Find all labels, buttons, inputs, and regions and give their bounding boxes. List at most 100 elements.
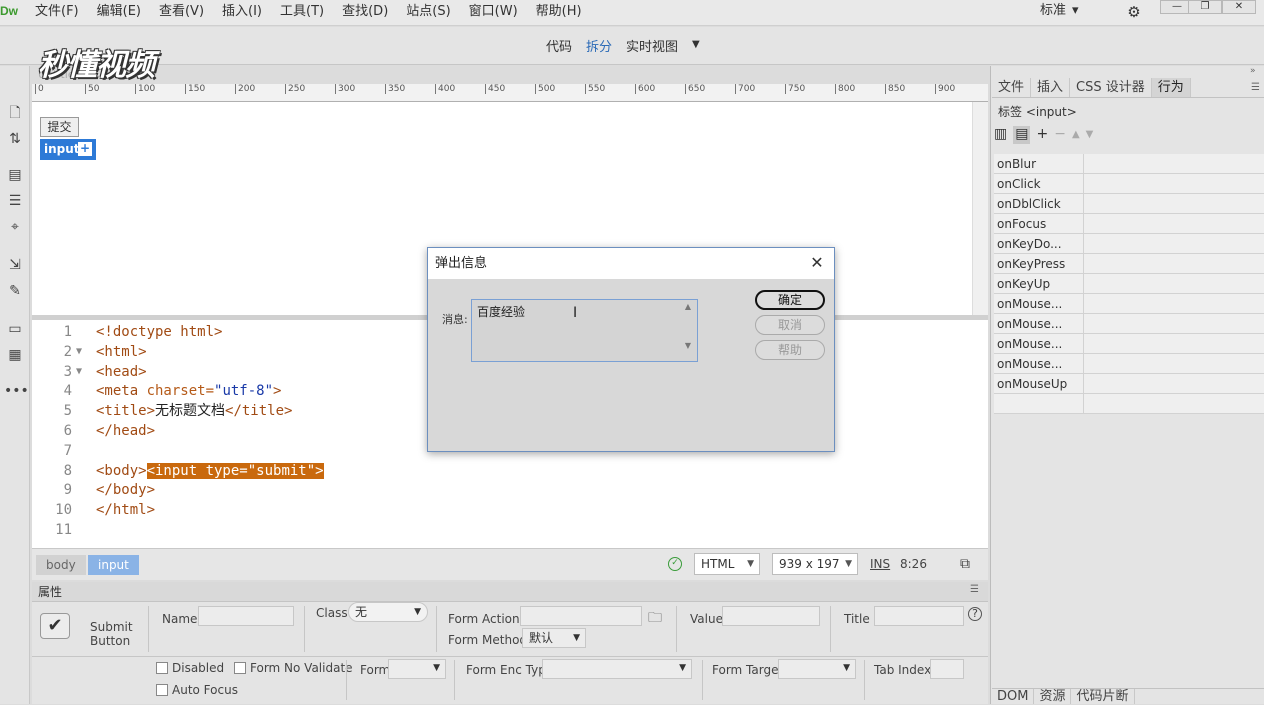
show-set-events-icon[interactable]: ▥ xyxy=(994,126,1007,144)
target-icon[interactable]: ⌖ xyxy=(4,216,26,238)
event-action[interactable] xyxy=(1084,354,1264,373)
tab-files[interactable]: 文件 xyxy=(992,78,1032,97)
menu-edit[interactable]: 编辑(E) xyxy=(88,0,150,26)
textarea-scrollbar[interactable]: ▲ ▼ xyxy=(681,302,695,359)
live-view-button[interactable]: 实时视图 xyxy=(626,36,678,55)
tab-insert[interactable]: 插入 xyxy=(1031,78,1071,97)
show-all-events-icon[interactable]: ▤ xyxy=(1013,126,1031,144)
message-textarea[interactable]: 百度经验 I ▲ ▼ xyxy=(471,299,698,362)
event-row[interactable]: onMouse... xyxy=(994,294,1264,314)
event-action[interactable] xyxy=(1084,174,1264,193)
menu-find[interactable]: 查找(D) xyxy=(333,0,397,26)
event-row[interactable]: onClick xyxy=(994,174,1264,194)
close-icon[interactable]: ✕ xyxy=(806,253,828,273)
comment-icon[interactable]: ▭ xyxy=(4,318,26,340)
expand-icon[interactable]: ⇲ xyxy=(4,254,26,276)
workspace-switcher[interactable]: 标准 ▾ xyxy=(1040,0,1079,24)
form-select[interactable]: ▼ xyxy=(388,659,446,679)
gear-icon[interactable]: ⚙ xyxy=(1114,0,1154,24)
code-line[interactable]: 10 </html> xyxy=(32,500,982,520)
breadcrumb-body[interactable]: body xyxy=(36,555,86,575)
event-action[interactable] xyxy=(1084,214,1264,233)
event-action[interactable] xyxy=(1084,294,1264,313)
move-down-icon[interactable]: ▼ xyxy=(1086,126,1094,144)
event-row[interactable]: onMouse... xyxy=(994,334,1264,354)
event-row[interactable]: onMouse... xyxy=(994,314,1264,334)
tab-css-designer[interactable]: CSS 设计器 xyxy=(1070,78,1152,97)
event-action[interactable] xyxy=(1084,194,1264,213)
sort-icon[interactable]: ⇅ xyxy=(4,128,26,150)
form-method-select[interactable]: 默认 ▼ xyxy=(522,628,586,648)
submit-button-preview[interactable]: 提交 xyxy=(40,117,79,137)
more-icon[interactable]: ••• xyxy=(4,380,29,402)
form-no-validate-checkbox[interactable] xyxy=(234,662,246,674)
menu-window[interactable]: 窗口(W) xyxy=(460,0,527,26)
collapse-icon[interactable]: » xyxy=(1250,66,1256,76)
code-line[interactable]: 9 </body> xyxy=(32,480,982,500)
form-action-field[interactable] xyxy=(520,606,642,626)
tab-assets[interactable]: 资源 xyxy=(1034,689,1072,704)
event-action[interactable] xyxy=(1084,274,1264,293)
menu-site[interactable]: 站点(S) xyxy=(397,0,459,26)
value-field[interactable] xyxy=(722,606,820,626)
class-select[interactable]: 无 ▼ xyxy=(348,602,428,622)
code-line[interactable]: 8 <body><input type="submit"> xyxy=(32,461,982,481)
remove-behavior-icon[interactable]: − xyxy=(1054,126,1066,144)
code-nav-icon[interactable]: ▤ xyxy=(4,164,26,186)
disabled-checkbox[interactable] xyxy=(156,662,168,674)
ok-button[interactable]: 确定 xyxy=(755,290,825,310)
menu-file[interactable]: 文件(F) xyxy=(26,0,88,26)
plus-icon[interactable]: + xyxy=(78,142,92,156)
event-action[interactable] xyxy=(1084,254,1264,273)
event-row[interactable]: onKeyDo... xyxy=(994,234,1264,254)
brush-icon[interactable]: ✎ xyxy=(4,280,26,302)
breadcrumb-input[interactable]: input xyxy=(88,555,139,575)
move-up-icon[interactable]: ▲ xyxy=(1072,126,1080,144)
window-size-select[interactable]: 939 x 197 ▼ xyxy=(772,553,858,575)
menu-view[interactable]: 查看(V) xyxy=(150,0,213,26)
menu-tools[interactable]: 工具(T) xyxy=(271,0,333,26)
menu-insert[interactable]: 插入(I) xyxy=(213,0,271,26)
design-scrollbar[interactable] xyxy=(972,102,988,315)
auto-focus-checkbox[interactable] xyxy=(156,684,168,696)
fold-toggle-icon[interactable]: ▼ xyxy=(76,362,82,382)
help-icon[interactable]: ? xyxy=(968,607,982,621)
fold-toggle-icon[interactable]: ▼ xyxy=(76,342,82,362)
cancel-button[interactable]: 取消 xyxy=(755,315,825,335)
close-window-button[interactable]: ✕ xyxy=(1222,0,1256,14)
file-icon[interactable]: 🗋 xyxy=(4,102,26,124)
name-field[interactable] xyxy=(198,606,294,626)
preview-icon[interactable]: ⧉ xyxy=(960,553,970,575)
folder-icon[interactable]: 🗀 xyxy=(648,607,662,631)
split-view-button[interactable]: 拆分 xyxy=(586,36,612,55)
form-target-select[interactable]: ▼ xyxy=(778,659,856,679)
element-tag-badge[interactable]: input + xyxy=(40,139,96,160)
form-enc-type-select[interactable]: ▼ xyxy=(542,659,692,679)
code-view-button[interactable]: 代码 xyxy=(546,36,572,55)
event-row[interactable]: onKeyPress xyxy=(994,254,1264,274)
event-action[interactable] xyxy=(1084,334,1264,353)
maximize-button[interactable]: ❐ xyxy=(1188,0,1222,14)
tab-dom[interactable]: DOM xyxy=(992,689,1035,704)
event-row[interactable]: onFocus xyxy=(994,214,1264,234)
title-field[interactable] xyxy=(874,606,964,626)
event-action[interactable] xyxy=(1084,374,1264,393)
tab-snippets[interactable]: 代码片断 xyxy=(1071,689,1135,704)
insert-mode[interactable]: INS xyxy=(870,553,890,575)
menu-help[interactable]: 帮助(H) xyxy=(527,0,591,26)
help-button[interactable]: 帮助 xyxy=(755,340,825,360)
add-behavior-icon[interactable]: + xyxy=(1036,126,1048,144)
tab-behaviors[interactable]: 行为 xyxy=(1151,78,1191,97)
event-row[interactable]: onMouse... xyxy=(994,354,1264,374)
event-action[interactable] xyxy=(1084,154,1264,173)
chevron-down-icon[interactable]: ▼ xyxy=(692,36,700,55)
event-row[interactable]: onKeyUp xyxy=(994,274,1264,294)
event-row[interactable]: onMouseUp xyxy=(994,374,1264,394)
panel-menu-icon[interactable]: ☰ xyxy=(970,584,979,595)
indent-icon[interactable]: ☰ xyxy=(4,190,26,212)
event-row[interactable]: onDblClick xyxy=(994,194,1264,214)
snippet-icon[interactable]: ▦ xyxy=(4,344,26,366)
event-row[interactable]: onBlur xyxy=(994,154,1264,174)
code-line[interactable]: 11 xyxy=(32,520,982,540)
language-select[interactable]: HTML ▼ xyxy=(694,553,760,575)
